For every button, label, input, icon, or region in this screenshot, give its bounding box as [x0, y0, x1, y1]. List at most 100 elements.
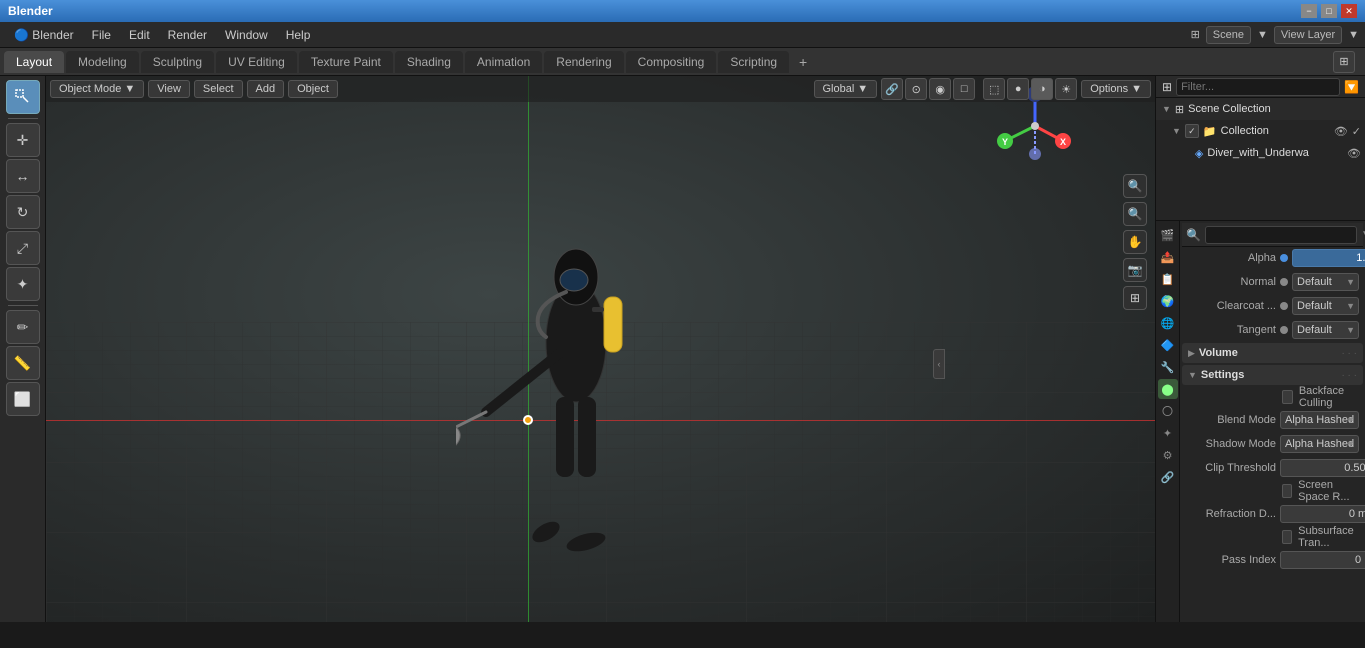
outliner-collection[interactable]: ▼ ✓ 📁 Collection 👁 ✓: [1156, 120, 1365, 142]
rendered-btn[interactable]: ☀: [1055, 78, 1077, 100]
maximize-button[interactable]: □: [1321, 4, 1337, 18]
tool-rotate[interactable]: ↻: [6, 195, 40, 229]
tab-bar: Layout Modeling Sculpting UV Editing Tex…: [0, 48, 1365, 76]
prop-icon-physics[interactable]: ⚙: [1158, 445, 1178, 465]
svg-text:X: X: [1060, 137, 1066, 147]
object-menu[interactable]: Object: [288, 80, 338, 98]
menu-window[interactable]: Window: [217, 26, 276, 44]
subsurface-tran-checkbox[interactable]: [1282, 530, 1292, 544]
prop-icon-view-layer[interactable]: 📋: [1158, 269, 1178, 289]
prop-icon-scene[interactable]: 🌍: [1158, 291, 1178, 311]
tool-add-cube[interactable]: ⬜: [6, 382, 40, 416]
xray-btn[interactable]: □: [953, 78, 975, 100]
clearcoat-select[interactable]: Default: [1292, 297, 1359, 315]
refraction-d-input[interactable]: [1280, 505, 1365, 523]
blend-mode-select[interactable]: Alpha Hashed Opaque Alpha Clip Alpha Ble…: [1280, 411, 1359, 429]
prop-icon-output[interactable]: 📤: [1158, 247, 1178, 267]
tab-uv-editing[interactable]: UV Editing: [216, 51, 297, 73]
snap-controls: 🔗 ⊙ ◉ □: [881, 78, 975, 100]
prop-icon-object[interactable]: 🔷: [1158, 335, 1178, 355]
tool-move[interactable]: ↔: [6, 159, 40, 193]
prop-icon-data[interactable]: 〇: [1158, 401, 1178, 421]
normal-select[interactable]: Default: [1292, 273, 1359, 291]
collection-eye[interactable]: 👁: [1334, 125, 1348, 138]
prop-icon-world[interactable]: 🌐: [1158, 313, 1178, 333]
clip-threshold-input[interactable]: [1280, 459, 1365, 477]
outliner-diver[interactable]: ▶ ◈ Diver_with_Underwa 👁: [1156, 142, 1365, 164]
tab-scripting[interactable]: Scripting: [718, 51, 789, 73]
collections-btn[interactable]: ⊞: [1123, 286, 1147, 310]
menu-blender[interactable]: 🔵 Blender: [6, 26, 82, 44]
tab-sculpting[interactable]: Sculpting: [141, 51, 214, 73]
menu-help[interactable]: Help: [278, 26, 319, 44]
scene-selector[interactable]: Scene: [1206, 26, 1251, 44]
tab-rendering[interactable]: Rendering: [544, 51, 623, 73]
collection-arrow: ▼: [1172, 126, 1181, 136]
options-btn[interactable]: Options ▼: [1081, 80, 1151, 98]
title-bar: Blender − □ ✕: [0, 0, 1365, 22]
menu-render[interactable]: Render: [160, 26, 215, 44]
collection-check[interactable]: ✓: [1185, 124, 1199, 138]
tab-animation[interactable]: Animation: [465, 51, 542, 73]
zoom-in-btn[interactable]: 🔍: [1123, 174, 1147, 198]
menu-edit[interactable]: Edit: [121, 26, 158, 44]
tab-texture-paint[interactable]: Texture Paint: [299, 51, 393, 73]
tool-transform[interactable]: ✦: [6, 267, 40, 301]
camera-btn[interactable]: 📷: [1123, 258, 1147, 282]
clip-threshold-row: Clip Threshold: [1182, 457, 1363, 479]
prop-icon-constraints[interactable]: 🔗: [1158, 467, 1178, 487]
collection-check2[interactable]: ✓: [1352, 125, 1361, 138]
settings-section-header[interactable]: ▼ Settings · · ·: [1182, 365, 1363, 385]
diver-eye[interactable]: 👁: [1347, 147, 1361, 160]
pass-index-input[interactable]: [1280, 551, 1365, 569]
collection-icon: 📁: [1203, 125, 1217, 138]
shadow-mode-select[interactable]: Alpha Hashed None Opaque Alpha Clip: [1280, 435, 1359, 453]
menu-file[interactable]: File: [84, 26, 119, 44]
view-layer-label[interactable]: View Layer: [1274, 26, 1342, 44]
material-preview-btn[interactable]: ◑: [1031, 78, 1053, 100]
view-menu[interactable]: View: [148, 80, 190, 98]
minimize-button[interactable]: −: [1301, 4, 1317, 18]
screen-space-r-checkbox[interactable]: [1282, 484, 1292, 498]
properties-search-input[interactable]: [1205, 226, 1357, 244]
tab-layout[interactable]: Layout: [4, 51, 64, 73]
outliner-filter-icon[interactable]: 🔽: [1344, 80, 1359, 94]
tool-measure[interactable]: 📏: [6, 346, 40, 380]
select-menu[interactable]: Select: [194, 80, 243, 98]
svg-text:Y: Y: [1002, 137, 1008, 147]
volume-section-header[interactable]: ▶ Volume · · ·: [1182, 343, 1363, 363]
tab-compositing[interactable]: Compositing: [626, 51, 717, 73]
tool-scale[interactable]: ⤢: [6, 231, 40, 265]
tool-cursor[interactable]: ✛: [6, 123, 40, 157]
prop-icon-render[interactable]: 🎬: [1158, 225, 1178, 245]
prop-icon-material[interactable]: ⬤: [1158, 379, 1178, 399]
object-mode-dropdown[interactable]: Object Mode ▼: [50, 80, 144, 98]
main-layout: ✛ ↔ ↻ ⤢ ✦ ✏ 📏 ⬜ Object Mode ▼ View Selec…: [0, 76, 1365, 622]
tab-modeling[interactable]: Modeling: [66, 51, 139, 73]
pass-index-row: Pass Index: [1182, 549, 1363, 571]
tool-select-box[interactable]: [6, 80, 40, 114]
zoom-out-btn[interactable]: 🔍: [1123, 202, 1147, 226]
outliner-scene-collection[interactable]: ▼ ⊞ Scene Collection: [1156, 98, 1365, 120]
tab-add-button[interactable]: +: [791, 50, 815, 74]
tab-shading[interactable]: Shading: [395, 51, 463, 73]
alpha-input[interactable]: [1292, 249, 1365, 267]
add-menu[interactable]: Add: [247, 80, 285, 98]
tangent-select[interactable]: Default: [1292, 321, 1359, 339]
global-dropdown[interactable]: Global ▼: [814, 80, 878, 98]
overlay-btn[interactable]: ◉: [929, 78, 951, 100]
outliner-search[interactable]: [1176, 78, 1340, 96]
backface-culling-checkbox[interactable]: [1282, 390, 1293, 404]
right-panel-collapse[interactable]: ‹: [933, 349, 945, 379]
proportional-edit-btn[interactable]: ⊙: [905, 78, 927, 100]
tool-annotate[interactable]: ✏: [6, 310, 40, 344]
pan-btn[interactable]: ✋: [1123, 230, 1147, 254]
solid-btn[interactable]: ●: [1007, 78, 1029, 100]
scene-collection-arrow: ▼: [1162, 104, 1171, 114]
snap-btn[interactable]: 🔗: [881, 78, 903, 100]
wireframe-btn[interactable]: ⬚: [983, 78, 1005, 100]
prop-icon-modifiers[interactable]: 🔧: [1158, 357, 1178, 377]
viewport-icon-btn[interactable]: ⊞: [1333, 51, 1355, 73]
prop-icon-particles[interactable]: ✦: [1158, 423, 1178, 443]
close-button[interactable]: ✕: [1341, 4, 1357, 18]
